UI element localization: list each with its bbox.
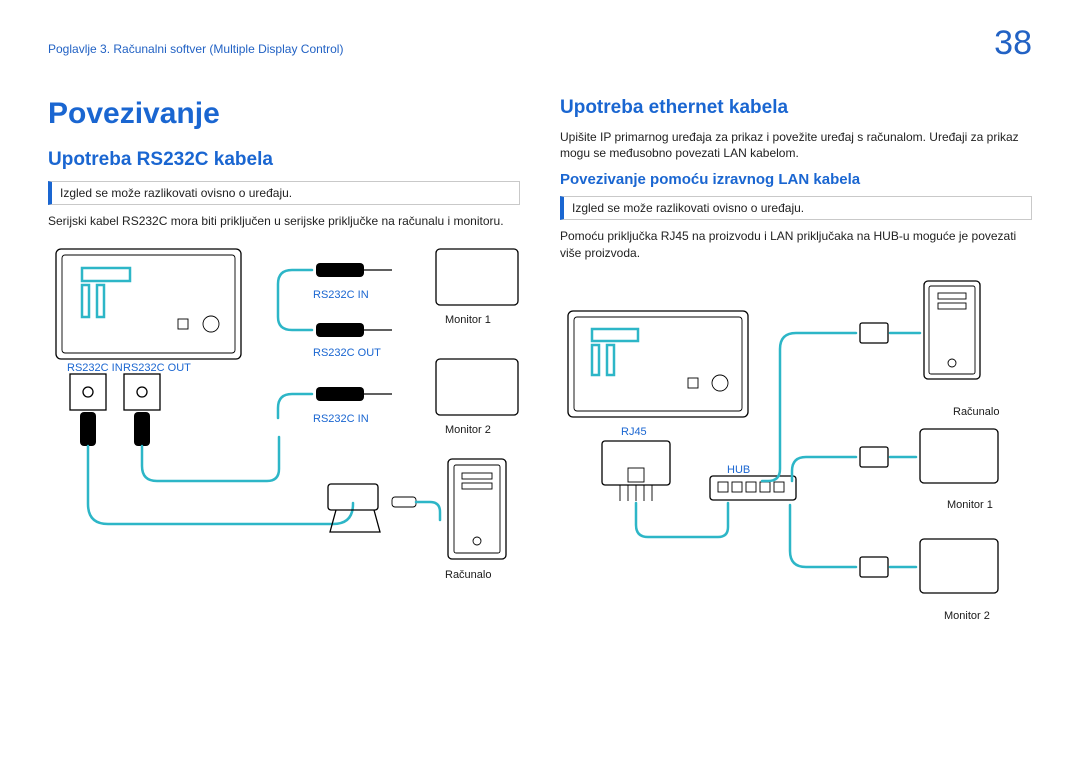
paragraph-ethernet-intro: Upišite IP primarnog uređaja za prikaz i… xyxy=(560,129,1032,161)
label-hub: HUB xyxy=(727,464,750,476)
columns: Povezivanje Upotreba RS232C kabela Izgle… xyxy=(48,97,1032,631)
heading-rs232c: Upotreba RS232C kabela xyxy=(48,149,520,171)
paragraph-rs232c: Serijski kabel RS232C mora biti priključ… xyxy=(48,213,520,229)
label-computer-lan: Računalo xyxy=(953,406,999,418)
label-monitor1-lan: Monitor 1 xyxy=(947,499,993,511)
chapter-title: Poglavlje 3. Računalni softver (Multiple… xyxy=(48,42,343,56)
label-rs232c-in-portA: RS232C IN xyxy=(67,362,123,374)
label-computer-rs: Računalo xyxy=(445,569,491,581)
rs232c-svg xyxy=(48,239,518,599)
label-rs232c-in-mid: RS232C IN xyxy=(313,289,369,301)
heading-direct-lan: Povezivanje pomoću izravnog LAN kabela xyxy=(560,171,1032,188)
lan-svg xyxy=(560,271,1030,631)
note-lan: Izgled se može razlikovati ovisno o uređ… xyxy=(560,196,1032,220)
label-monitor2-rs: Monitor 2 xyxy=(445,424,491,436)
column-right: Upotreba ethernet kabela Upišite IP prim… xyxy=(560,97,1032,631)
diagram-rs232c: RS232C IN RS232C OUT RS232C IN Monitor 1… xyxy=(48,239,520,599)
page-header: Poglavlje 3. Računalni softver (Multiple… xyxy=(48,30,1032,63)
column-left: Povezivanje Upotreba RS232C kabela Izgle… xyxy=(48,97,520,631)
label-monitor1-rs: Monitor 1 xyxy=(445,314,491,326)
label-rs232c-out-portB: RS232C OUT xyxy=(123,362,191,374)
diagram-lan: RJ45 HUB Računalo Monitor 1 Monitor 2 xyxy=(560,271,1032,631)
heading-ethernet: Upotreba ethernet kabela xyxy=(560,97,1032,119)
label-rs232c-out-mid: RS232C OUT xyxy=(313,347,381,359)
label-monitor2-lan: Monitor 2 xyxy=(944,610,990,622)
label-rj45: RJ45 xyxy=(621,426,647,438)
heading-povezivanje: Povezivanje xyxy=(48,97,520,131)
page-number: 38 xyxy=(994,24,1032,63)
note-rs232c: Izgled se može razlikovati ovisno o uređ… xyxy=(48,181,520,205)
paragraph-lan: Pomoću priključka RJ45 na proizvodu i LA… xyxy=(560,228,1032,260)
label-rs232c-in-bot: RS232C IN xyxy=(313,413,369,425)
